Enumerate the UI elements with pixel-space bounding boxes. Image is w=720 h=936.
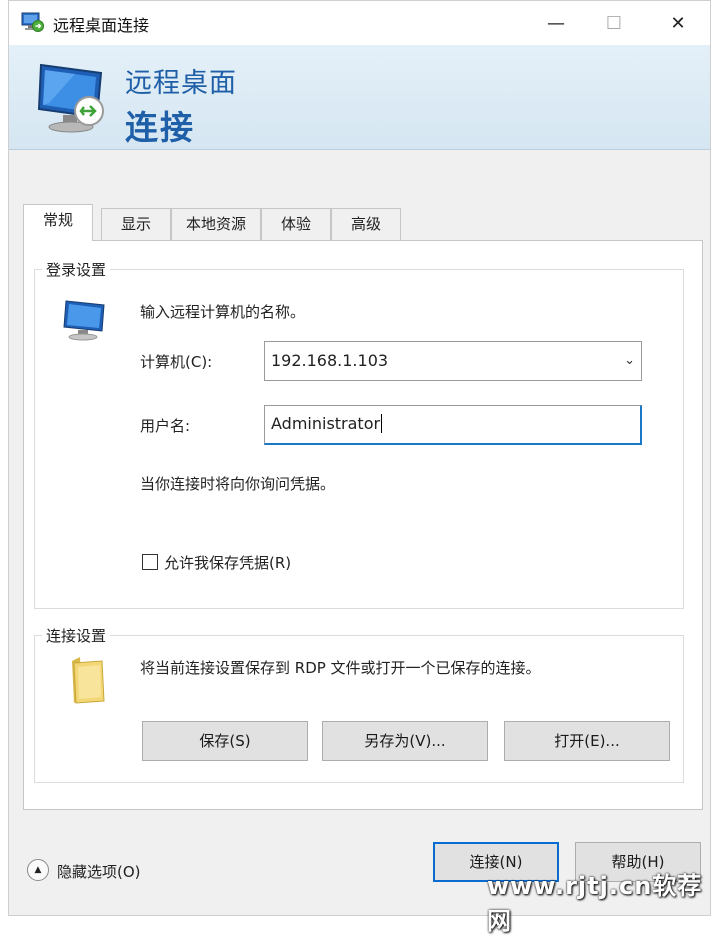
username-label: 用户名: (140, 417, 191, 435)
username-input[interactable]: Administrator (264, 405, 642, 445)
chevron-up-icon[interactable]: ▲ (27, 859, 49, 881)
computer-combobox[interactable]: 192.168.1.103 ⌄ (264, 341, 642, 381)
folder-icon (72, 657, 105, 704)
remote-desktop-icon (21, 12, 44, 32)
minimize-button[interactable]: — (528, 1, 584, 45)
computer-monitor-icon (63, 300, 105, 341)
username-value: Administrator (271, 414, 381, 433)
computer-name-prompt: 输入远程计算机的名称。 (140, 303, 306, 321)
chevron-down-icon[interactable]: ⌄ (624, 342, 635, 380)
header-banner: 远程桌面 连接 (9, 45, 710, 150)
computer-value: 192.168.1.103 (271, 351, 389, 370)
credentials-note: 当你连接时将向你询问凭据。 (140, 475, 336, 493)
save-credentials-checkbox[interactable] (142, 554, 158, 570)
title-bar[interactable]: 远程桌面连接 — ☐ ✕ (9, 1, 710, 45)
tab-local-resources[interactable]: 本地资源 (171, 208, 261, 240)
tab-display[interactable]: 显示 (101, 208, 171, 240)
computer-label: 计算机(C): (140, 353, 213, 371)
connection-settings-title: 连接设置 (42, 625, 111, 646)
save-credentials-label[interactable]: 允许我保存凭据(R) (164, 552, 291, 573)
tab-advanced[interactable]: 高级 (331, 208, 401, 240)
banner-title-line1: 远程桌面 (125, 68, 237, 99)
text-cursor (381, 414, 383, 433)
tab-general[interactable]: 常规 (23, 204, 93, 241)
save-button[interactable]: 保存(S) (142, 721, 308, 761)
hide-options-link[interactable]: 隐藏选项(O) (57, 861, 141, 882)
computer-monitor-icon (37, 63, 104, 133)
window-title: 远程桌面连接 (53, 16, 150, 35)
general-tab-panel: 登录设置 输入远程计算机的名称。 计算机(C): 192.168.1.103 ⌄… (23, 240, 703, 810)
tab-experience[interactable]: 体验 (261, 208, 331, 240)
maximize-button[interactable]: ☐ (586, 1, 642, 45)
site-watermark: www.rjtj.cn软荐网 (487, 872, 703, 935)
banner-title-line2: 连接 (125, 108, 195, 147)
logon-settings-title: 登录设置 (42, 259, 111, 280)
open-button[interactable]: 打开(E)... (504, 721, 670, 761)
connection-settings-description: 将当前连接设置保存到 RDP 文件或打开一个已保存的连接。 (140, 659, 541, 677)
remote-desktop-window: 远程桌面连接 — ☐ ✕ 远程桌面 连接 常规 显示 本地资源 体验 高级 登录… (8, 0, 711, 916)
save-as-button[interactable]: 另存为(V)... (322, 721, 488, 761)
close-button[interactable]: ✕ (650, 1, 706, 45)
